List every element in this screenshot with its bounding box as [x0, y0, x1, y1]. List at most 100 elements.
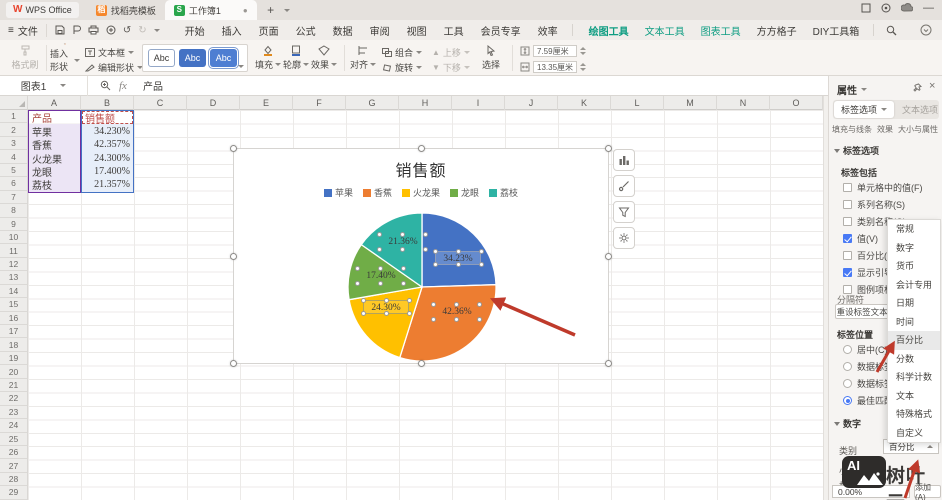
menu-开始[interactable]: 开始 [185, 23, 205, 38]
row-header-20[interactable]: 20 [0, 365, 27, 379]
column-header-A[interactable]: A [28, 96, 81, 110]
shape-width-input[interactable]: 13.35厘米 [533, 61, 577, 73]
fx-icon[interactable]: fx [119, 80, 127, 92]
tool-tab-图表工具[interactable]: 图表工具 [701, 23, 741, 38]
row-header-15[interactable]: 15 [0, 298, 27, 312]
subtab-效果[interactable]: 效果 [877, 124, 893, 139]
column-header-I[interactable]: I [452, 96, 505, 110]
panel-title-chevron-icon[interactable] [861, 88, 867, 91]
dropdown-item-货币[interactable]: 货币 [888, 257, 940, 276]
move-down-button[interactable]: ▼ 下移 [432, 61, 470, 74]
menu-页面[interactable]: 页面 [259, 23, 279, 38]
name-box[interactable]: 图表1 [0, 75, 88, 96]
checkbox-icon[interactable] [843, 183, 852, 192]
redo-icon[interactable]: ↻ [138, 25, 146, 36]
radio-icon[interactable] [843, 396, 852, 405]
cell-b1[interactable]: 销售额 [82, 111, 133, 125]
row-header-8[interactable]: 8 [0, 204, 27, 218]
tab-label-options[interactable]: 标签选项 [834, 101, 895, 118]
zoom-formula-icon[interactable] [100, 80, 111, 91]
checkbox-icon[interactable] [843, 268, 852, 277]
row-header-3[interactable]: 3 [0, 137, 27, 151]
cell-b3[interactable]: 42.357% [82, 137, 133, 152]
dropdown-item-时间[interactable]: 时间 [888, 313, 940, 332]
quick-access-chevron-icon[interactable] [153, 28, 160, 32]
move-up-button[interactable]: ▲ 上移 [432, 46, 470, 59]
effect-button[interactable]: 效果 [311, 43, 337, 73]
shape-style-3[interactable]: Abc [208, 47, 239, 69]
row-header-14[interactable]: 14 [0, 285, 27, 299]
column-header-D[interactable]: D [187, 96, 240, 110]
dropdown-item-数字[interactable]: 数字 [888, 239, 940, 258]
formula-input-value[interactable]: 产品 [143, 78, 163, 93]
layout-icon[interactable] [861, 3, 871, 13]
checkbox-icon[interactable] [843, 251, 852, 260]
tab-workbook1[interactable]: S 工作簿1 ● [164, 0, 257, 20]
search-icon[interactable] [886, 25, 897, 36]
cell-a2[interactable]: 苹果 [29, 124, 80, 139]
column-header-K[interactable]: K [558, 96, 611, 110]
shape-height-input[interactable]: 7.59厘米 [533, 45, 577, 57]
column-header-N[interactable]: N [717, 96, 770, 110]
text-box-button[interactable]: 文本框 [85, 46, 135, 59]
dropdown-item-科学计数[interactable]: 科学计数 [888, 368, 940, 387]
wps-brand[interactable]: W WPS Office [6, 2, 79, 18]
pin-icon[interactable] [913, 83, 922, 92]
row-header-19[interactable]: 19 [0, 352, 27, 366]
data-label-apple[interactable]: 34.23% [434, 250, 481, 266]
row-header-25[interactable]: 25 [0, 433, 27, 446]
row-header-28[interactable]: 28 [0, 473, 27, 487]
chart-resize-handle[interactable] [230, 360, 237, 367]
menu-工具[interactable]: 工具 [444, 23, 464, 38]
row-header-27[interactable]: 27 [0, 459, 27, 473]
chart-style-button[interactable] [613, 175, 635, 197]
cell-b4[interactable]: 24.300% [82, 151, 133, 165]
column-header-O[interactable]: O [770, 96, 823, 110]
dropdown-item-百分比[interactable]: 百分比 [888, 331, 940, 350]
cell-a1[interactable]: 产品 [29, 111, 80, 125]
row-header-5[interactable]: 5 [0, 164, 27, 178]
row-header-1[interactable]: 1 [0, 110, 27, 124]
skin-icon[interactable] [881, 3, 891, 13]
tab-close-icon[interactable]: ● [243, 6, 248, 15]
value-range-b1-b6[interactable]: 销售额 34.230% 42.357% 24.300% 17.400% 21.357% [81, 110, 134, 193]
dropdown-item-分数[interactable]: 分数 [888, 350, 940, 369]
checkbox-单元格中的值(F)[interactable]: 单元格中的值(F) [843, 179, 923, 196]
cell-a5[interactable]: 龙眼 [29, 164, 80, 179]
row-header-4[interactable]: 4 [0, 150, 27, 164]
checkbox-icon[interactable] [843, 234, 852, 243]
row-header-7[interactable]: 7 [0, 191, 27, 205]
tab-list-chevron-icon[interactable] [279, 2, 295, 18]
column-header-G[interactable]: G [346, 96, 399, 110]
row-header-21[interactable]: 21 [0, 379, 27, 393]
subtab-填充与线条[interactable]: 填充与线条 [832, 124, 872, 139]
column-header-E[interactable]: E [240, 96, 293, 110]
select-button[interactable]: 选择 [478, 43, 504, 73]
print-icon[interactable] [88, 25, 99, 35]
tab-templates[interactable]: 稻 找稻壳模板 [87, 0, 165, 20]
fill-button[interactable]: 填充 [255, 43, 281, 73]
cell-b2[interactable]: 34.230% [82, 124, 133, 138]
width-spinner[interactable] [580, 63, 586, 71]
menu-公式[interactable]: 公式 [296, 23, 316, 38]
cell-b6[interactable]: 21.357% [82, 178, 133, 192]
row-header-23[interactable]: 23 [0, 406, 27, 420]
hide-ribbon-icon[interactable] [920, 24, 932, 36]
share-icon[interactable] [106, 25, 116, 35]
cell-a3[interactable]: 香蕉 [29, 137, 80, 152]
column-header-C[interactable]: C [134, 96, 187, 110]
chart-resize-handle[interactable] [605, 145, 612, 152]
file-menu-button[interactable]: ≡ 文件 [0, 20, 46, 40]
chart-resize-handle[interactable] [418, 360, 425, 367]
row-header-11[interactable]: 11 [0, 244, 27, 258]
tool-tab-绘图工具[interactable]: 绘图工具 [588, 23, 629, 42]
dropdown-item-特殊格式[interactable]: 特殊格式 [888, 405, 940, 424]
row-header-10[interactable]: 10 [0, 231, 27, 245]
checkbox-系列名称(S)[interactable]: 系列名称(S) [843, 196, 923, 213]
dropdown-item-会计专用[interactable]: 会计专用 [888, 276, 940, 295]
radio-icon[interactable] [843, 379, 852, 388]
data-label-banana[interactable]: 42.36% [432, 303, 480, 321]
cell-b5[interactable]: 17.400% [82, 164, 133, 179]
data-label-dragonfruit[interactable]: 24.30% [362, 299, 409, 315]
save-icon[interactable] [55, 25, 65, 35]
